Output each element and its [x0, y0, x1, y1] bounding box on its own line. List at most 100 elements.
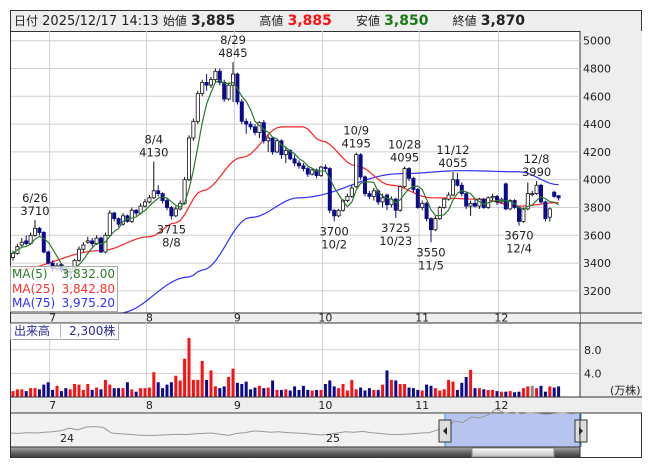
- volume-bar: [143, 388, 147, 397]
- candle-body: [332, 209, 337, 217]
- candle-body: [134, 209, 139, 214]
- volume-bar: [59, 391, 63, 397]
- candle: [279, 139, 284, 159]
- candle-body: [543, 201, 548, 220]
- volume-bar: [161, 388, 165, 397]
- annotation-price: 4130: [139, 146, 168, 160]
- volume-bar: [455, 389, 459, 397]
- price-tick-label: 4600: [583, 90, 611, 103]
- candle-body: [305, 168, 310, 175]
- volume-bar: [213, 386, 217, 397]
- volume-bar: [341, 384, 345, 397]
- volume-bar: [345, 390, 349, 397]
- volume-bar: [407, 387, 411, 397]
- candle: [305, 167, 310, 177]
- candle-body: [151, 190, 156, 199]
- candle: [433, 215, 438, 232]
- candle-body: [437, 207, 442, 220]
- candle: [450, 172, 455, 197]
- candle-body: [455, 179, 460, 186]
- annotation-date: 12/8: [524, 152, 550, 166]
- candle-body: [354, 154, 359, 188]
- candle: [547, 207, 552, 222]
- candle: [367, 190, 372, 200]
- price-tick-label: 3800: [583, 202, 611, 215]
- volume-bar: [385, 370, 389, 397]
- volume-bar: [130, 389, 134, 397]
- navigator-selection[interactable]: [445, 414, 581, 447]
- volume-bar: [77, 384, 81, 397]
- volume-bar: [112, 388, 116, 397]
- candle-body: [195, 93, 200, 122]
- volume-bar: [293, 386, 297, 397]
- volume-bar: [147, 387, 151, 397]
- ma5-label: MA(5): [12, 267, 48, 281]
- volume-bar: [504, 391, 508, 397]
- volume-bar: [169, 382, 173, 397]
- price-tick-label: 4000: [583, 174, 611, 187]
- candle-body: [442, 198, 447, 208]
- month-label: 9: [234, 312, 241, 325]
- candle-body: [433, 218, 438, 231]
- candle-body: [428, 218, 433, 231]
- volume-tick-label: 8.0: [584, 344, 602, 357]
- candle: [446, 192, 451, 201]
- candle: [428, 217, 433, 243]
- volume-bar: [372, 389, 376, 397]
- annotation-date: 8/8: [162, 235, 181, 249]
- price-tick-label: 3400: [583, 257, 611, 270]
- candle-body: [116, 218, 121, 225]
- candle: [90, 238, 95, 247]
- candle: [534, 181, 539, 195]
- navigator-left-handle[interactable]: [438, 419, 452, 443]
- candle-body: [186, 137, 191, 181]
- month-label: 10: [318, 312, 332, 325]
- annotation-date: 10/2: [321, 237, 347, 251]
- candle: [147, 194, 152, 204]
- month-label: 8: [146, 312, 153, 325]
- annotation-date: 6/26: [22, 191, 48, 205]
- volume-bar: [284, 389, 288, 397]
- stock-chart[interactable]: 5000 4800 4600 4400 4200 4000 3800 3600 3400 3200…: [0, 0, 653, 470]
- candle: [301, 163, 306, 172]
- volume-bar: [354, 389, 358, 397]
- annotation-price: 4195: [342, 137, 371, 151]
- candle: [472, 199, 477, 208]
- candle: [345, 193, 350, 202]
- candle: [556, 195, 561, 201]
- candle-body: [283, 150, 288, 156]
- annotation-date: 8/29: [220, 33, 246, 47]
- candle-body: [81, 244, 86, 250]
- candle-body: [393, 198, 398, 211]
- volume-bar: [51, 389, 55, 397]
- candle: [332, 208, 337, 222]
- candle-body: [420, 202, 425, 208]
- candle-body: [191, 120, 196, 139]
- annotation-price: 3710: [20, 204, 49, 218]
- candle: [530, 190, 535, 197]
- price-tick-label: 3600: [583, 229, 611, 242]
- ma-legend: MA(5) 3,832.00 MA(25) 3,842.80 MA(75) 3,975…: [10, 266, 118, 312]
- candle-body: [349, 187, 354, 197]
- volume-bar: [323, 384, 327, 397]
- volume-bar: [367, 388, 371, 397]
- volume-bar: [279, 389, 283, 397]
- candle: [455, 172, 460, 187]
- volume-bar: [42, 384, 46, 397]
- candle: [503, 182, 508, 211]
- month-label: 8: [146, 399, 153, 412]
- volume-bar: [389, 379, 393, 397]
- volume-bar: [37, 389, 41, 397]
- volume-bar: [235, 382, 239, 397]
- volume-bar: [125, 382, 129, 397]
- candle: [296, 160, 301, 169]
- candle-body: [261, 122, 266, 142]
- volume-bar: [134, 391, 138, 397]
- candle: [437, 206, 442, 221]
- candle-body: [384, 194, 389, 206]
- scrollbar-thumb[interactable]: [471, 447, 555, 458]
- volume-bar: [513, 392, 517, 397]
- annotation-price: 3670: [504, 229, 533, 243]
- candle: [459, 182, 464, 197]
- navigator-right-handle[interactable]: [574, 419, 588, 443]
